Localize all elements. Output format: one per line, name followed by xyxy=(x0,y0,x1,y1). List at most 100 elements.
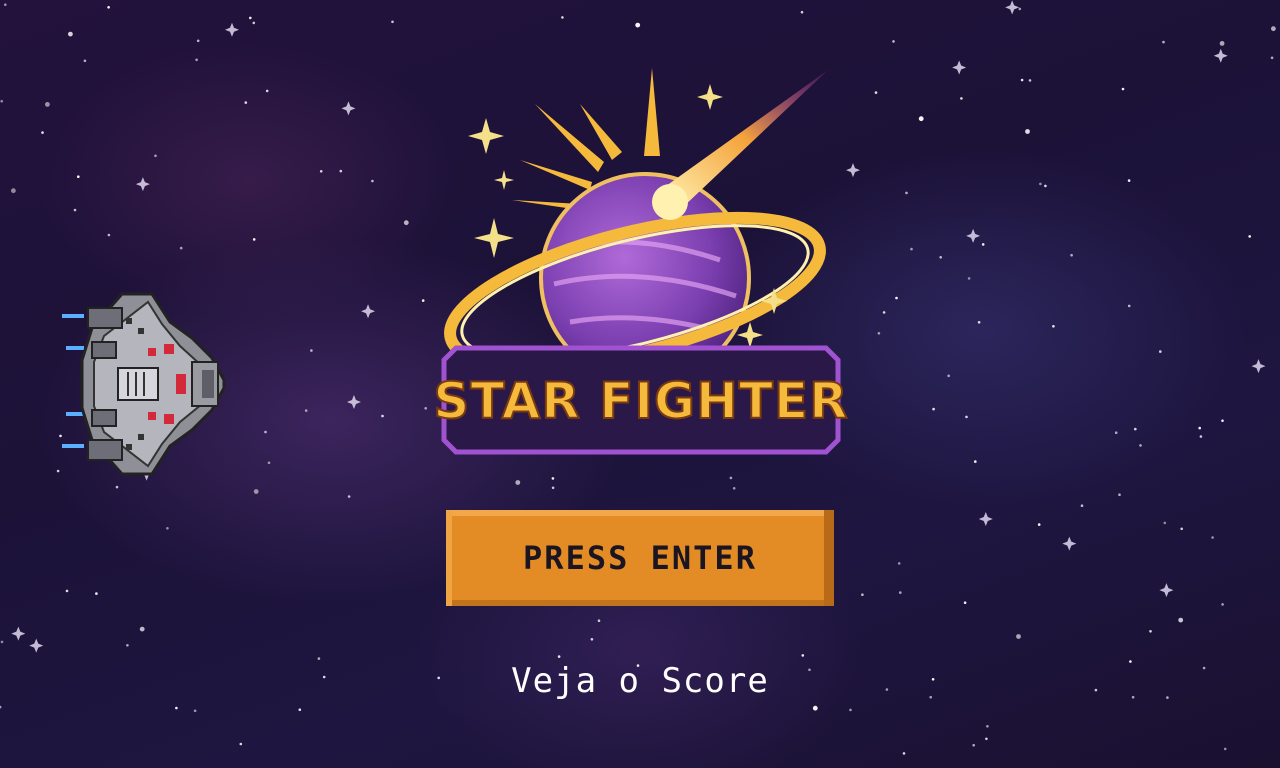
star xyxy=(877,332,881,335)
star xyxy=(729,476,733,480)
star xyxy=(1163,521,1167,525)
sparkle-star xyxy=(361,304,376,319)
star xyxy=(800,10,804,14)
star xyxy=(175,706,178,710)
star xyxy=(41,131,44,134)
star xyxy=(1127,179,1131,182)
star xyxy=(967,277,971,280)
game-title: STAR FIGHTER xyxy=(433,372,848,430)
star xyxy=(0,705,2,709)
star xyxy=(403,220,409,226)
sparkle-star xyxy=(135,177,150,192)
star xyxy=(551,477,555,480)
star xyxy=(1018,7,1022,11)
star xyxy=(1028,79,1032,82)
star xyxy=(179,246,183,250)
star xyxy=(882,311,886,314)
star xyxy=(322,675,326,679)
star xyxy=(11,188,16,194)
star xyxy=(77,175,80,178)
star xyxy=(918,116,924,122)
view-score-label: Veja o Score xyxy=(511,661,769,701)
star xyxy=(1162,40,1165,44)
star xyxy=(1223,747,1227,751)
sparkle-star xyxy=(11,626,26,641)
star xyxy=(264,430,267,434)
star xyxy=(252,238,256,241)
sparkle-star xyxy=(966,228,981,243)
star xyxy=(897,562,901,565)
sparkle-star xyxy=(1251,359,1266,374)
star xyxy=(4,3,7,6)
star xyxy=(885,688,889,691)
star xyxy=(1159,350,1162,353)
star xyxy=(1094,688,1098,692)
star xyxy=(1118,493,1121,497)
sparkle-star xyxy=(952,60,967,75)
star xyxy=(139,626,145,632)
star xyxy=(95,592,98,595)
star xyxy=(947,374,950,378)
star xyxy=(107,233,111,237)
star xyxy=(561,16,564,19)
star xyxy=(1149,630,1152,633)
star xyxy=(126,644,129,647)
press-enter-label: PRESS ENTER xyxy=(523,539,757,577)
star xyxy=(931,678,935,681)
star xyxy=(1178,617,1184,623)
star xyxy=(1121,87,1125,91)
star xyxy=(515,480,521,485)
star xyxy=(861,593,864,596)
star xyxy=(910,247,913,251)
star xyxy=(166,527,169,530)
spaceship-icon xyxy=(62,292,226,476)
star xyxy=(849,708,852,712)
star xyxy=(253,489,259,494)
sparkle-star xyxy=(978,511,993,526)
star xyxy=(590,638,594,641)
star xyxy=(939,255,942,259)
star xyxy=(986,725,989,728)
star xyxy=(239,742,243,746)
star xyxy=(339,169,343,173)
sparkle-star xyxy=(224,22,239,37)
game-logo: STAR FIGHTER xyxy=(432,68,849,455)
star xyxy=(1270,56,1274,60)
star xyxy=(1070,253,1073,257)
star xyxy=(1271,26,1276,32)
star xyxy=(932,407,935,411)
star xyxy=(1199,435,1203,438)
sparkle-star xyxy=(341,101,356,116)
star xyxy=(45,102,50,107)
star xyxy=(732,487,736,490)
star xyxy=(391,20,394,24)
star xyxy=(304,409,308,412)
star xyxy=(73,208,77,212)
star xyxy=(193,709,197,713)
star xyxy=(1129,660,1132,663)
star xyxy=(1139,444,1142,447)
sparkle-star xyxy=(1062,536,1077,551)
sparkle-star xyxy=(29,638,44,653)
star xyxy=(1044,184,1047,188)
star xyxy=(902,752,906,755)
star xyxy=(1198,426,1201,430)
sparkle-star xyxy=(1159,583,1174,598)
star xyxy=(65,589,69,593)
star xyxy=(83,59,87,63)
star xyxy=(1180,527,1183,531)
star xyxy=(424,407,428,410)
star xyxy=(963,601,967,604)
star xyxy=(905,191,908,195)
view-score-link[interactable]: Veja o Score xyxy=(440,656,840,706)
star xyxy=(899,591,902,594)
star xyxy=(371,179,374,183)
press-enter-button[interactable]: PRESS ENTER xyxy=(446,510,834,606)
star xyxy=(244,101,248,104)
star xyxy=(597,619,601,622)
star xyxy=(892,40,895,43)
star xyxy=(1166,696,1169,699)
star xyxy=(1016,634,1021,639)
star xyxy=(874,91,878,94)
star xyxy=(1248,235,1251,238)
